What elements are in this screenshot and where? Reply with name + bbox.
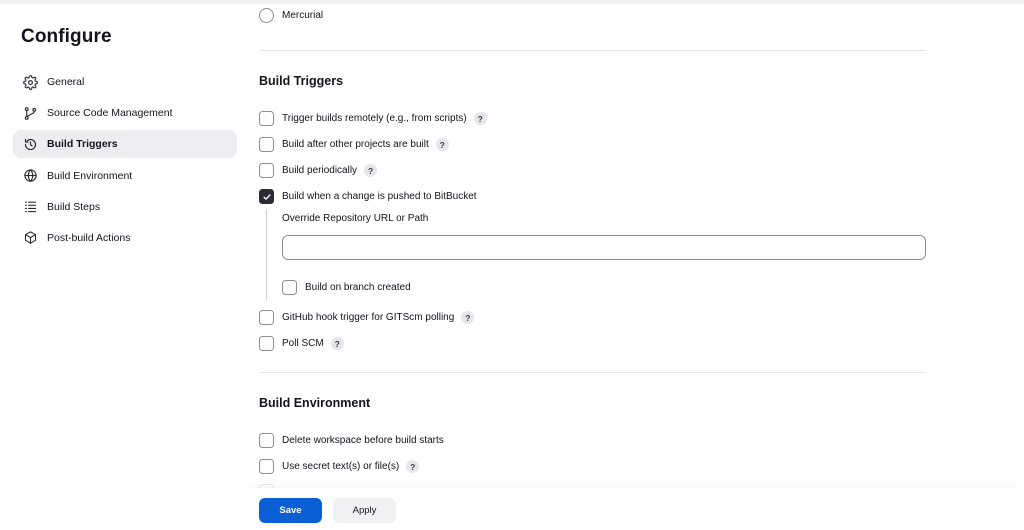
secret-text-checkbox[interactable] <box>259 459 274 474</box>
option-label: GitHub hook trigger for GITScm polling <box>282 312 455 323</box>
sidebar-item-post-build-actions[interactable]: Post-build Actions <box>13 224 237 252</box>
delete-workspace-option[interactable]: Delete workspace before build starts <box>259 433 444 448</box>
build-periodically-checkbox[interactable] <box>259 163 274 178</box>
option-label: Delete workspace before build starts <box>282 435 444 446</box>
trigger-remote-option[interactable]: Trigger builds remotely (e.g., from scri… <box>259 111 487 126</box>
github-hook-checkbox[interactable] <box>259 310 274 325</box>
sidebar-item-label: Build Environment <box>47 169 133 182</box>
sidebar-item-build-steps[interactable]: Build Steps <box>13 193 237 221</box>
build-environment-title: Build Environment <box>259 396 371 410</box>
sidebar-item-build-environment[interactable]: Build Environment <box>13 162 237 190</box>
clock-refresh-icon <box>22 136 38 152</box>
trigger-remote-checkbox[interactable] <box>259 111 274 126</box>
help-icon[interactable]: ? <box>473 112 487 125</box>
sidebar-item-label: Build Steps <box>47 200 101 213</box>
help-icon[interactable]: ? <box>461 311 475 324</box>
action-bar: Save Apply <box>245 488 1024 530</box>
github-hook-option[interactable]: GitHub hook trigger for GITScm polling ? <box>259 310 475 325</box>
section-divider <box>259 50 926 51</box>
option-label: Mercurial <box>282 10 324 21</box>
bitbucket-push-option[interactable]: Build when a change is pushed to BitBuck… <box>259 189 477 204</box>
help-icon[interactable]: ? <box>330 337 344 350</box>
override-url-input[interactable] <box>282 235 926 260</box>
help-icon[interactable]: ? <box>435 138 449 151</box>
poll-scm-option[interactable]: Poll SCM ? <box>259 336 344 351</box>
delete-workspace-checkbox[interactable] <box>259 433 274 448</box>
package-icon <box>22 230 38 246</box>
sidebar-item-label: Build Triggers <box>47 138 118 151</box>
save-button[interactable]: Save <box>259 498 322 523</box>
option-label: Build periodically <box>282 165 358 176</box>
build-periodically-option[interactable]: Build periodically ? <box>259 163 378 178</box>
nested-options-bar <box>266 209 267 300</box>
override-url-label: Override Repository URL or Path <box>282 213 429 224</box>
gear-icon <box>22 74 38 90</box>
mercurial-radio[interactable] <box>259 8 274 23</box>
page-title: Configure <box>21 26 112 47</box>
checkmark-icon <box>262 193 271 200</box>
config-form: Mercurial Build Triggers Trigger builds … <box>259 0 927 530</box>
sidebar-item-label: General <box>47 76 85 88</box>
poll-scm-checkbox[interactable] <box>259 336 274 351</box>
sidebar: Configure General Source Code Management <box>0 0 245 530</box>
git-branch-icon <box>22 105 38 121</box>
section-divider <box>259 372 926 373</box>
help-icon[interactable]: ? <box>406 460 420 473</box>
bitbucket-push-checkbox[interactable] <box>259 189 274 204</box>
option-label: Build on branch created <box>305 282 411 293</box>
sidebar-item-label: Post-build Actions <box>47 231 131 244</box>
option-label: Build after other projects are built <box>282 139 429 150</box>
build-after-other-checkbox[interactable] <box>259 137 274 152</box>
build-triggers-title: Build Triggers <box>259 74 344 88</box>
secret-text-option[interactable]: Use secret text(s) or file(s) ? <box>259 459 420 474</box>
option-label: Poll SCM <box>282 338 324 349</box>
sidebar-item-source-code-management[interactable]: Source Code Management <box>13 99 237 127</box>
option-label: Trigger builds remotely (e.g., from scri… <box>282 113 467 124</box>
sidebar-item-general[interactable]: General <box>13 68 237 96</box>
option-label: Use secret text(s) or file(s) <box>282 461 400 472</box>
build-after-other-option[interactable]: Build after other projects are built ? <box>259 137 449 152</box>
scm-option-mercurial[interactable]: Mercurial <box>259 8 323 23</box>
help-icon[interactable]: ? <box>364 164 378 177</box>
option-label: Build when a change is pushed to BitBuck… <box>282 191 477 202</box>
list-icon <box>22 199 38 215</box>
branch-created-option[interactable]: Build on branch created <box>282 280 411 295</box>
apply-button[interactable]: Apply <box>333 498 396 523</box>
globe-icon <box>22 168 38 184</box>
branch-created-checkbox[interactable] <box>282 280 297 295</box>
sidebar-nav: General Source Code Management Build Tri… <box>13 68 237 255</box>
sidebar-item-build-triggers[interactable]: Build Triggers <box>13 130 237 159</box>
sidebar-item-label: Source Code Management <box>47 107 173 120</box>
